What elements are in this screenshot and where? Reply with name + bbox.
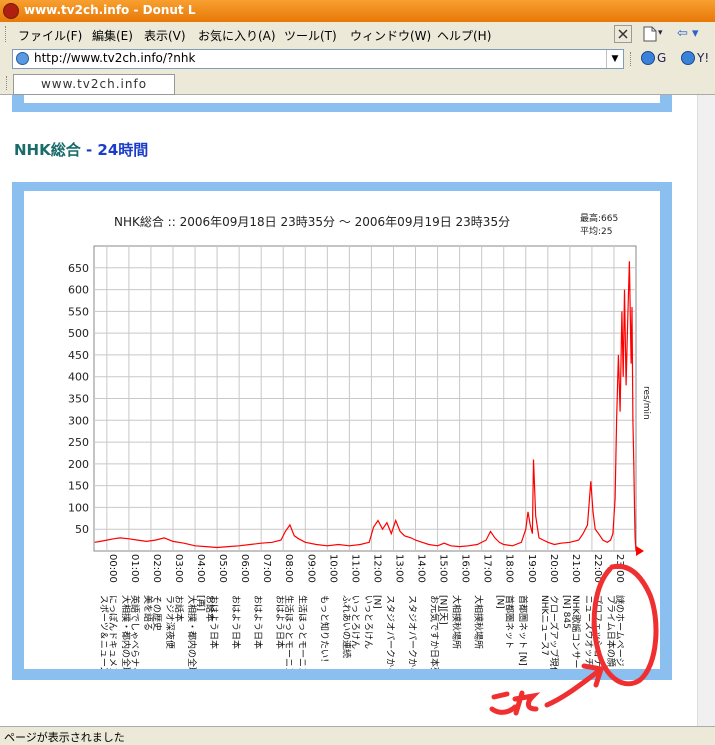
new-page-dropdown[interactable]: ▾ <box>658 28 663 38</box>
menu-window[interactable]: ウィンドウ(W) <box>350 27 431 44</box>
google-search-icon[interactable] <box>641 51 655 65</box>
window-title-bar: www.tv2ch.info - Donut L <box>0 0 715 22</box>
address-dropdown-icon[interactable]: ▼ <box>606 50 623 68</box>
status-bar: ページが表示されました <box>0 726 715 745</box>
yahoo-search-icon[interactable] <box>681 51 695 65</box>
google-search-label[interactable]: G <box>657 51 666 65</box>
menu-tools[interactable]: ツール(T) <box>284 27 337 44</box>
new-page-icon[interactable] <box>643 26 657 42</box>
menu-grip <box>5 26 9 42</box>
toolbar-separator <box>630 52 635 66</box>
menu-view[interactable]: 表示(V) <box>144 27 186 44</box>
status-text: ページが表示されました <box>4 731 125 744</box>
menu-bar: ファイル(F) 編集(E) 表示(V) お気に入り(A) ツール(T) ウィンド… <box>0 22 715 46</box>
address-url[interactable]: http://www.tv2ch.info/?nhk <box>34 51 195 65</box>
window-title: www.tv2ch.info - Donut L <box>24 3 196 17</box>
annotation-word-ko <box>489 691 518 715</box>
annotation-word-re <box>512 690 541 716</box>
menu-favorites[interactable]: お気に入り(A) <box>198 27 276 44</box>
back-arrow-icon[interactable]: ⇦ ▾ <box>677 26 699 41</box>
address-bar: http://www.tv2ch.info/?nhk ▼ G Y! <box>0 46 715 72</box>
yahoo-search-label[interactable]: Y! <box>697 51 709 65</box>
menu-help[interactable]: ヘルプ(H) <box>437 27 491 44</box>
tab-grip <box>6 76 10 90</box>
page-globe-icon <box>16 52 29 65</box>
handwritten-annotation <box>489 563 659 716</box>
annotation-circle <box>591 563 659 687</box>
tab-tv2ch[interactable]: www.tv2ch.info <box>13 74 175 95</box>
close-icon[interactable] <box>614 25 632 43</box>
annotation-arrow-shaft <box>544 667 603 708</box>
browser-app-icon <box>3 3 19 19</box>
menu-file[interactable]: ファイル(F) <box>18 27 82 44</box>
tab-bar: www.tv2ch.info <box>0 72 715 95</box>
page-content: NHK総合 - 24時間 NHK総合 :: 2006年09月18日 23時35分… <box>0 95 715 726</box>
address-input[interactable]: http://www.tv2ch.info/?nhk ▼ <box>12 49 624 69</box>
menu-edit[interactable]: 編集(E) <box>92 27 133 44</box>
vertical-scrollbar[interactable] <box>697 95 715 726</box>
